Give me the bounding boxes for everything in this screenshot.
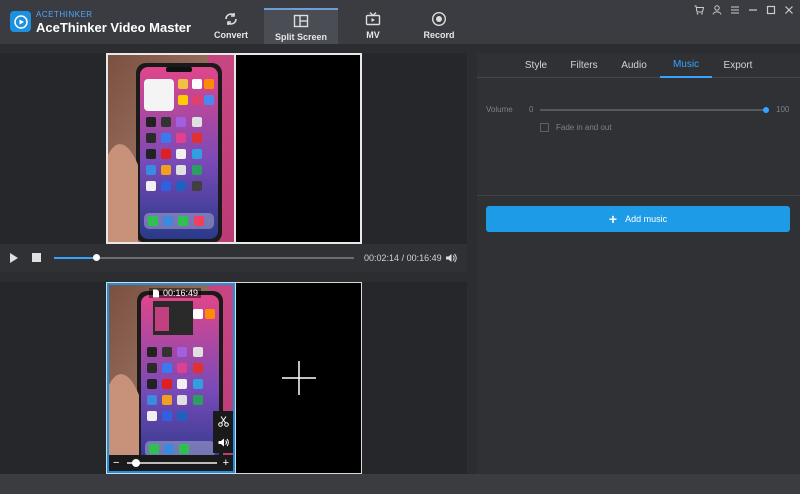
nav-tab-mv[interactable]: MV xyxy=(336,8,410,44)
volume-min: 0 xyxy=(529,105,534,114)
volume-row: Volume 0 100 xyxy=(486,105,796,119)
app-title: AceThinker Video Master xyxy=(36,20,192,35)
zoom-slider-knob[interactable] xyxy=(132,459,140,467)
clip-editor-panel: 00:16:49 − + xyxy=(0,282,467,474)
zoom-out-button[interactable]: − xyxy=(113,456,119,470)
tab-filters[interactable]: Filters xyxy=(561,53,607,78)
clip-volume-icon[interactable] xyxy=(218,437,229,448)
tab-music[interactable]: Music xyxy=(660,53,712,78)
preview-panel xyxy=(0,53,467,244)
playback-progress-knob[interactable] xyxy=(93,254,100,261)
volume-slider-track[interactable] xyxy=(540,107,769,113)
nav-label-convert: Convert xyxy=(213,30,248,40)
nav-label-split-screen: Split Screen xyxy=(274,32,328,42)
menu-icon[interactable] xyxy=(730,4,740,16)
minimize-icon[interactable] xyxy=(748,4,758,16)
total-time: 00:16:49 xyxy=(406,253,442,263)
brand-small-label: ACETHINKER xyxy=(36,10,93,19)
time-separator: / xyxy=(401,253,405,263)
preview-divider xyxy=(234,55,236,242)
play-icon[interactable] xyxy=(10,253,18,263)
tab-style[interactable]: Style xyxy=(513,53,559,78)
clip-slot-1[interactable]: 00:16:49 − + xyxy=(107,283,235,473)
title-bar: ACETHINKER AceThinker Video Master Conve… xyxy=(0,0,800,44)
stop-icon[interactable] xyxy=(32,253,41,262)
clip-zoom-bar: − + xyxy=(109,455,233,471)
maximize-icon[interactable] xyxy=(766,4,776,16)
volume-max: 100 xyxy=(776,105,790,114)
playback-progress-fill xyxy=(54,257,96,259)
zoom-in-button[interactable]: + xyxy=(223,456,229,470)
fade-label: Fade in and out xyxy=(556,123,612,132)
add-clip-icon xyxy=(281,361,316,395)
clip-duration-badge: 00:16:49 xyxy=(149,288,202,298)
volume-icon[interactable] xyxy=(445,252,457,264)
nav-tab-convert[interactable]: Convert xyxy=(194,8,268,44)
settings-tabs: Style Filters Audio Music Export xyxy=(477,53,800,78)
nav-label-mv: MV xyxy=(366,30,380,40)
nav-tab-split-screen[interactable]: Split Screen xyxy=(264,8,338,44)
clip-side-tools xyxy=(213,411,233,453)
nav-tab-record[interactable]: Record xyxy=(402,8,476,44)
user-icon[interactable] xyxy=(712,4,722,16)
fade-option[interactable]: Fade in and out xyxy=(540,123,612,132)
app-logo-icon xyxy=(10,11,31,32)
fade-checkbox[interactable] xyxy=(540,123,549,132)
volume-slider-knob[interactable] xyxy=(763,107,769,113)
tab-export[interactable]: Export xyxy=(715,53,761,78)
footer-strip xyxy=(0,474,800,494)
clip-duration-text: 00:16:49 xyxy=(163,288,199,298)
clip-slot-2-add[interactable] xyxy=(236,283,361,473)
add-music-button[interactable]: + Add music xyxy=(486,206,790,232)
plus-icon: + xyxy=(608,211,618,227)
tv-icon xyxy=(365,12,381,26)
playback-progress-track[interactable] xyxy=(54,254,354,261)
refresh-icon xyxy=(225,13,237,25)
window-controls xyxy=(694,4,794,16)
split-screen-layout: 00:16:49 − + xyxy=(106,282,362,474)
nav-label-record: Record xyxy=(423,30,455,40)
section-divider xyxy=(477,195,800,196)
close-icon[interactable] xyxy=(784,4,794,16)
time-readout: 00:02:14 / 00:16:49 xyxy=(364,253,442,263)
volume-label: Volume xyxy=(486,105,513,114)
current-time: 00:02:14 xyxy=(364,253,400,263)
settings-panel: Style Filters Audio Music Export Volume … xyxy=(477,53,800,474)
split-screen-icon xyxy=(293,14,309,28)
cart-icon[interactable] xyxy=(694,4,704,16)
preview-video-frame xyxy=(106,53,362,244)
add-music-label: Add music xyxy=(625,214,668,224)
scissors-icon[interactable] xyxy=(217,416,229,427)
file-icon xyxy=(153,289,159,297)
tab-audio[interactable]: Audio xyxy=(611,53,657,78)
playback-controls: 00:02:14 / 00:16:49 xyxy=(0,244,467,272)
preview-video-thumbnail xyxy=(108,55,234,242)
record-icon xyxy=(431,11,447,27)
zoom-slider-track[interactable] xyxy=(127,459,217,467)
